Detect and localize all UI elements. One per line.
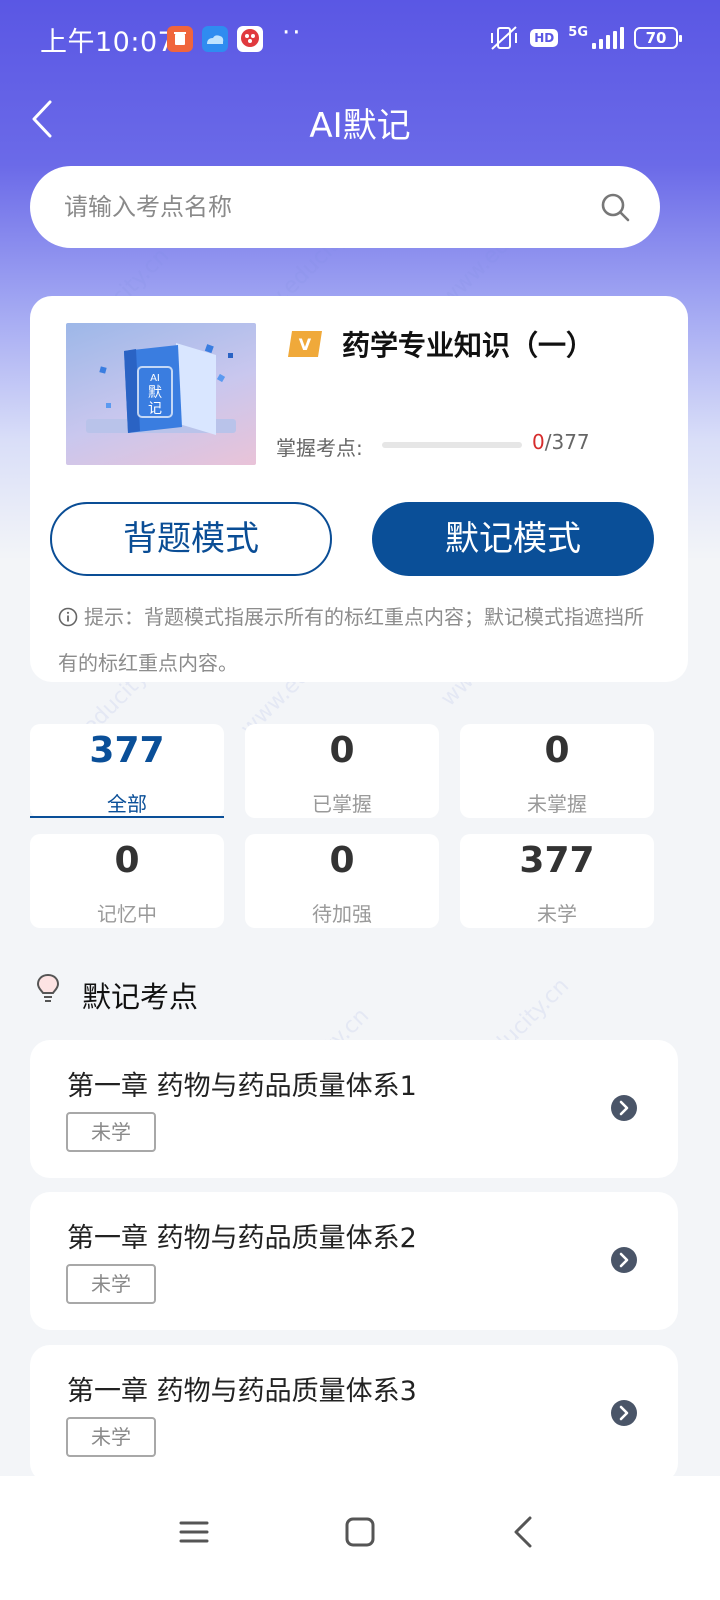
mastered-count: 0 (532, 430, 545, 454)
tip-text: 提示：背题模式指展示所有的标红重点内容；默记模式指遮挡所有的标红重点内容。 (58, 605, 644, 675)
stat-all[interactable]: 377 全部 (30, 724, 224, 818)
red-app-icon (237, 26, 263, 52)
status-badge: 未学 (66, 1264, 156, 1304)
stat-label: 待加强 (312, 902, 372, 926)
status-time: 上午10:07 (40, 27, 176, 58)
mode-tip: 提示：背题模式指展示所有的标红重点内容；默记模式指遮挡所有的标红重点内容。 (58, 594, 658, 686)
stat-not-mastered[interactable]: 0 未掌握 (460, 724, 654, 818)
status-badge: 未学 (66, 1417, 156, 1457)
stat-number: 0 (114, 840, 140, 881)
stat-label: 已掌握 (312, 792, 372, 816)
home-square-icon[interactable] (330, 1502, 390, 1562)
cloud-app-icon (202, 26, 228, 52)
signal-icon (592, 27, 624, 49)
status-badge: 未学 (66, 1112, 156, 1152)
progress-count: 0/377 (532, 430, 590, 454)
search-bar[interactable] (30, 166, 660, 248)
system-nav-bar (0, 1476, 720, 1600)
memorize-mode-button[interactable]: 默记模式 (372, 502, 654, 576)
stat-number: 0 (329, 840, 355, 881)
network-type: 5G (568, 24, 588, 40)
list-item[interactable]: 第一章 药物与药品质量体系2 未学 (30, 1192, 678, 1330)
stat-needs-strengthening[interactable]: 0 待加强 (245, 834, 439, 928)
recite-mode-button[interactable]: 背题模式 (50, 502, 332, 576)
stat-unlearned[interactable]: 377 未学 (460, 834, 654, 928)
stat-mastered[interactable]: 0 已掌握 (245, 724, 439, 818)
menu-icon[interactable] (164, 1502, 224, 1562)
search-input[interactable] (64, 166, 584, 248)
progress-bar (382, 442, 522, 448)
vibrate-mute-icon (491, 26, 518, 50)
progress-label: 掌握考点: (276, 436, 363, 460)
chevron-right-icon[interactable] (610, 1399, 638, 1427)
battery-icon: 70 (634, 27, 682, 49)
stat-label: 未学 (537, 902, 577, 926)
stat-number: 0 (544, 730, 570, 771)
status-bar: 上午10:07 ·· HD 5G 70 (0, 0, 720, 76)
stat-label: 全部 (107, 792, 147, 816)
chevron-right-icon[interactable] (610, 1246, 638, 1274)
lightbulb-icon (36, 973, 60, 1002)
section-title: 默记考点 (82, 980, 199, 1014)
info-icon (58, 607, 78, 627)
status-indicators: HD 5G 70 (488, 22, 682, 54)
app-notification-icon (167, 26, 193, 52)
stat-number: 377 (519, 840, 595, 881)
stat-label: 未掌握 (527, 792, 587, 816)
item-title: 第一章 药物与药品质量体系2 (67, 1223, 417, 1254)
stat-number: 377 (89, 730, 165, 771)
svg-text:记: 记 (148, 401, 162, 417)
svg-text:默: 默 (148, 385, 162, 401)
stat-label: 记忆中 (97, 902, 157, 926)
item-title: 第一章 药物与药品质量体系3 (67, 1376, 417, 1407)
chevron-right-icon[interactable] (610, 1094, 638, 1122)
course-title: 药学专业知识（一） (342, 329, 595, 362)
hd-icon: HD (530, 29, 559, 47)
list-item[interactable]: 第一章 药物与药品质量体系3 未学 (30, 1345, 678, 1483)
more-notifications-icon: ·· (282, 18, 303, 48)
svg-text:AI: AI (150, 373, 160, 384)
battery-level: 70 (645, 29, 667, 47)
app-header: AI默记 (0, 80, 720, 160)
list-item[interactable]: 第一章 药物与药品质量体系1 未学 (30, 1040, 678, 1178)
stat-memorizing[interactable]: 0 记忆中 (30, 834, 224, 928)
vip-badge-icon: V (288, 331, 322, 357)
total-count: /377 (544, 430, 590, 454)
stat-number: 0 (329, 730, 355, 771)
course-card: AI 默 记 V 药学专业知识（一） 掌握考点: 0/377 背题模式 默记模式… (30, 296, 688, 682)
course-cover-image: AI 默 记 (66, 323, 256, 465)
svg-text:V: V (299, 335, 312, 354)
search-icon[interactable] (598, 190, 632, 224)
page-title: AI默记 (309, 106, 411, 146)
item-title: 第一章 药物与药品质量体系1 (67, 1071, 417, 1102)
back-triangle-icon[interactable] (494, 1502, 554, 1562)
